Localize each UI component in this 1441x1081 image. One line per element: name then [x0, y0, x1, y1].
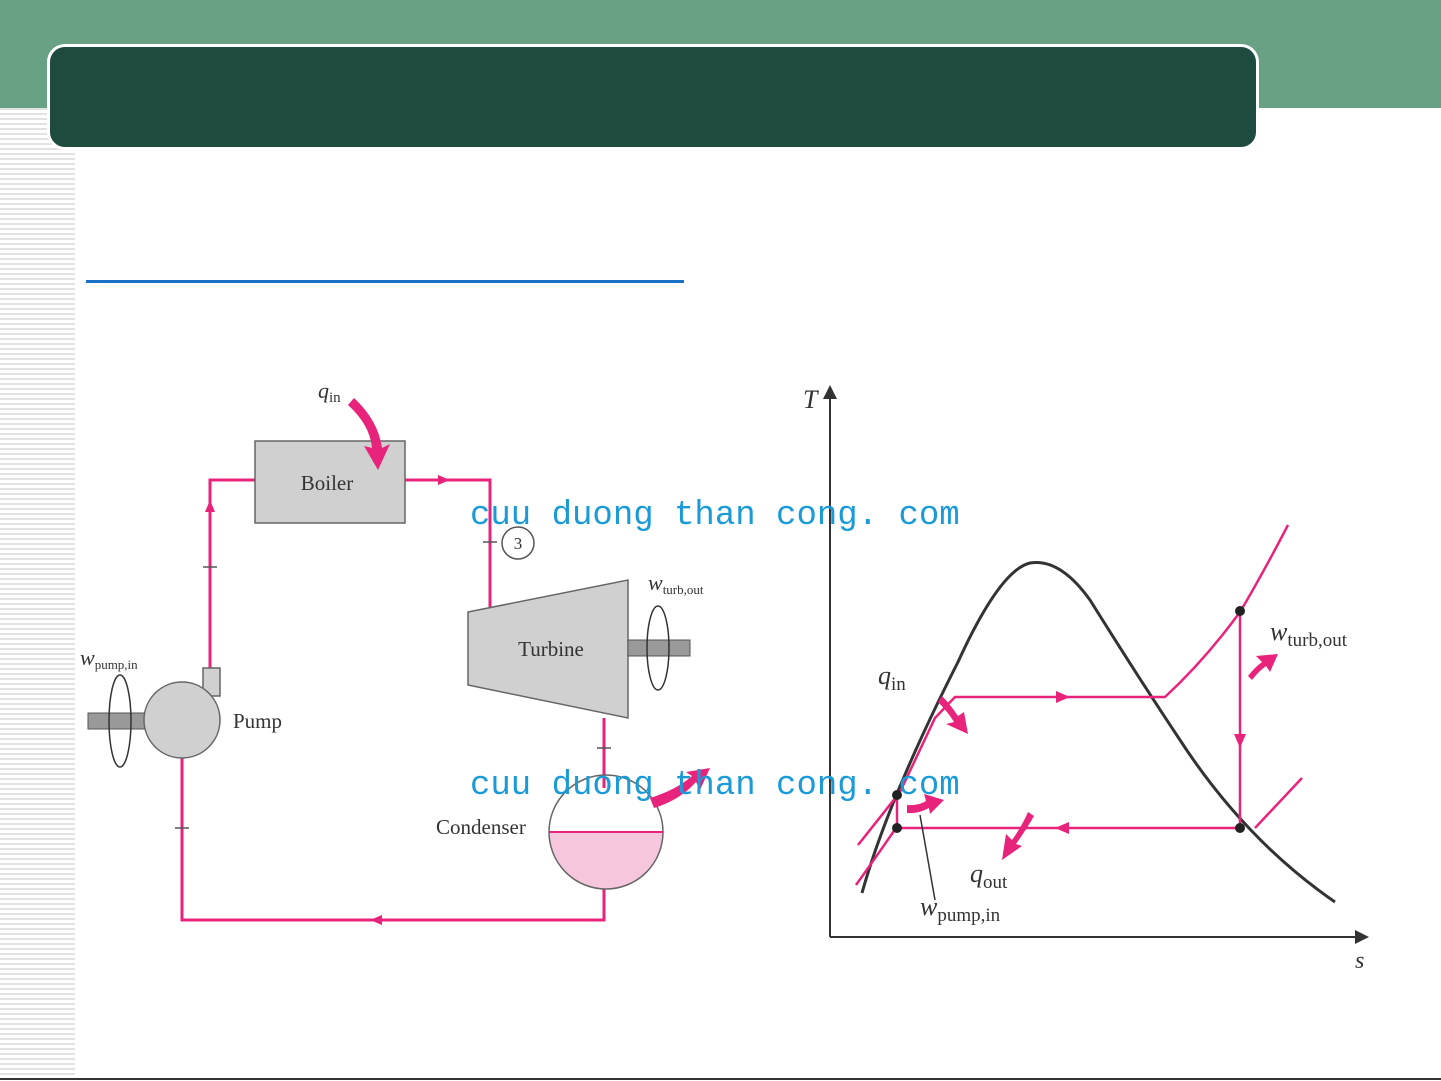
- ts-q-in-arrow: [938, 696, 968, 734]
- q-in-label: qin: [318, 378, 341, 406]
- ts-q-in-label: qin: [878, 661, 906, 695]
- ts-w-turb-label: wturb,out: [1270, 617, 1348, 651]
- w-pump-label: wpump,in: [80, 645, 138, 672]
- ts-diagram: T s qin wturb,out qout wpump,in: [803, 385, 1369, 974]
- ts-w-pump-label: wpump,in: [920, 892, 1001, 926]
- turbine-shaft: [627, 639, 691, 657]
- saturation-dome: [860, 560, 1336, 904]
- w-turb-label: wturb,out: [648, 570, 704, 597]
- cycle-schematic: Boiler qin 3 Turbine wturb,out Pump wpum…: [80, 378, 710, 925]
- ts-q-out-arrow: [1002, 812, 1034, 860]
- flow-arrow-left: [370, 915, 382, 925]
- watermark-text-2: cuu duong than cong. com: [470, 767, 960, 805]
- condenser-label: Condenser: [436, 815, 526, 839]
- ts-q-out-label: qout: [970, 859, 1008, 893]
- pump-label: Pump: [233, 709, 282, 733]
- flow-arrows: [205, 475, 450, 925]
- boiler-label: Boiler: [301, 471, 354, 495]
- state-3-label: 3: [514, 534, 523, 553]
- watermark-text-1: cuu duong than cong. com: [470, 497, 960, 535]
- s-axis-label: s: [1355, 948, 1364, 974]
- ts-w-turb-arrow: [1248, 654, 1278, 680]
- t-axis-label: T: [803, 385, 819, 414]
- pump-body: [143, 681, 221, 759]
- flow-arrow-up: [205, 500, 215, 512]
- pump-shaft: [87, 712, 149, 730]
- turbine-label: Turbine: [518, 637, 584, 661]
- cycle-direction-arrows: [1055, 691, 1246, 834]
- rankine-figure: Boiler qin 3 Turbine wturb,out Pump wpum…: [80, 378, 1369, 974]
- flow-arrow-right: [438, 475, 450, 485]
- condenser-liquid: [549, 832, 663, 889]
